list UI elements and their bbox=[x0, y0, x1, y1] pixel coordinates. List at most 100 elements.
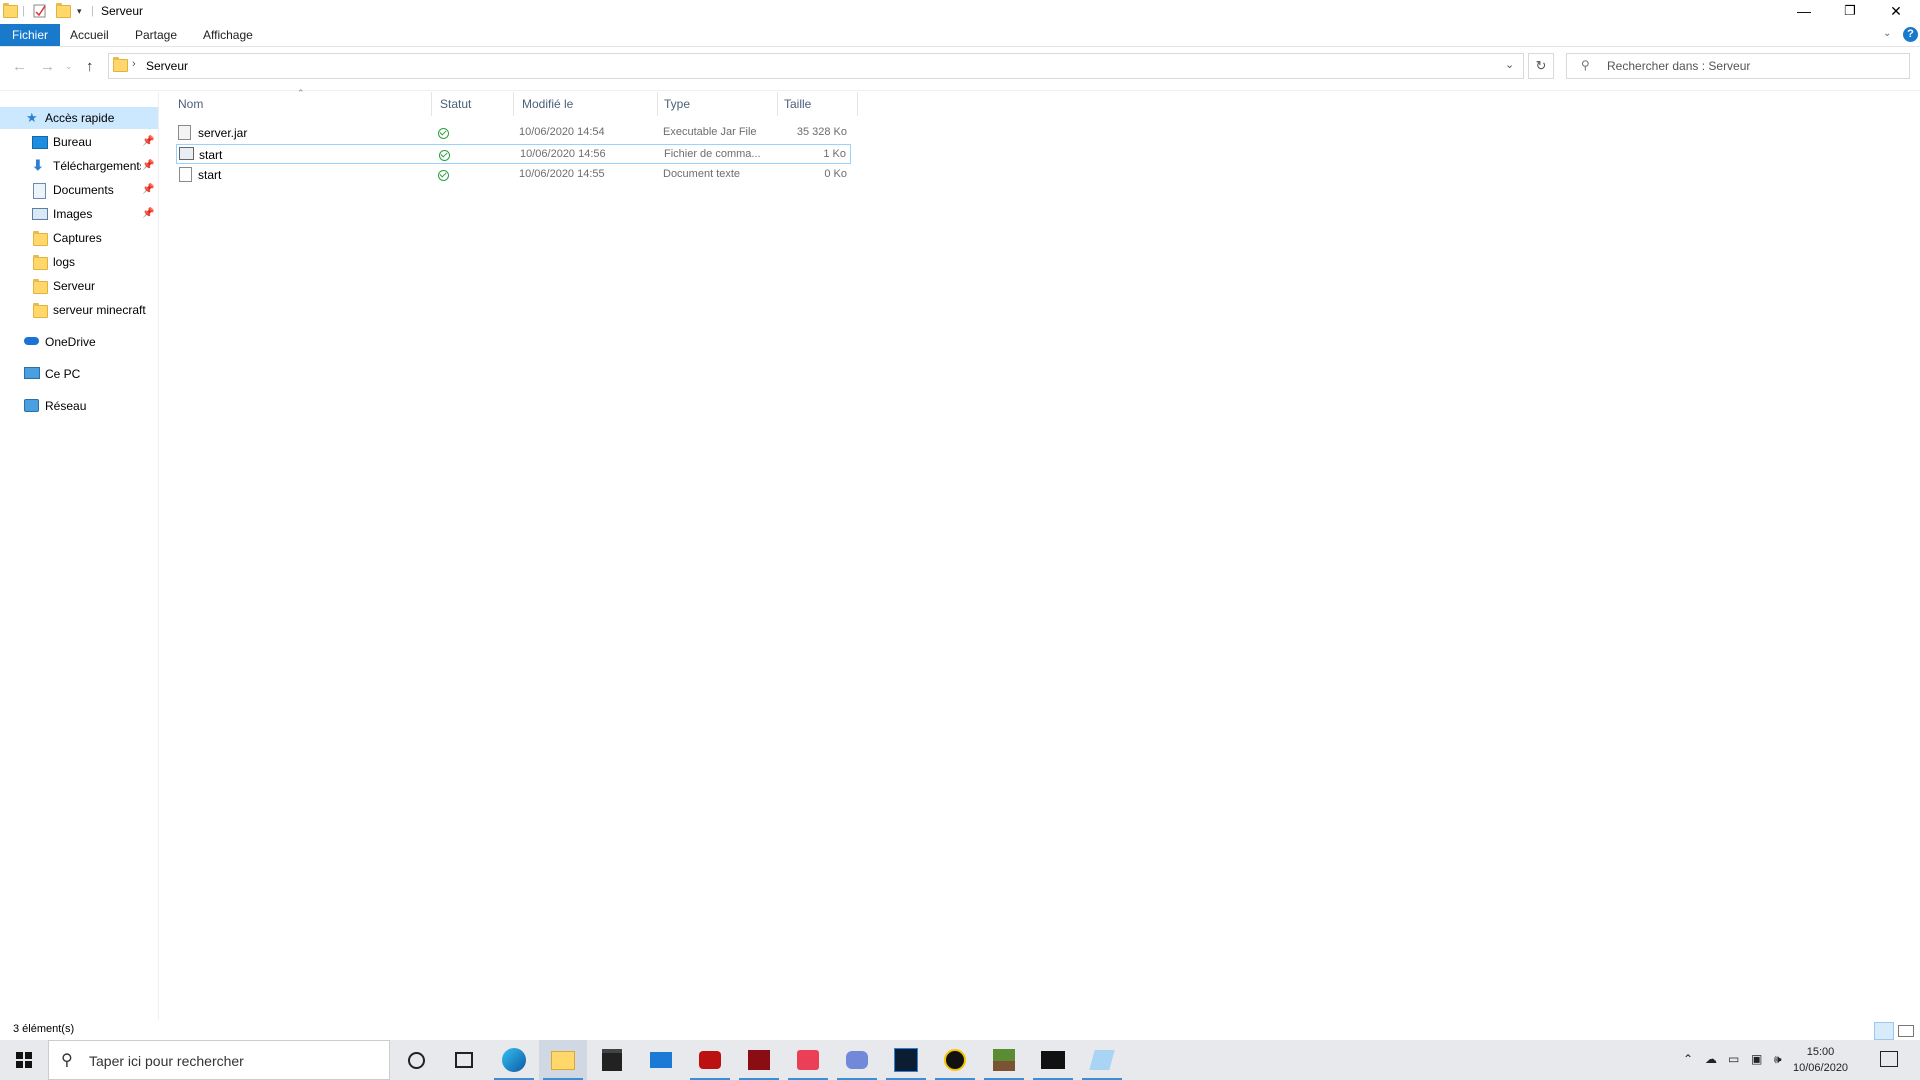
store-icon[interactable] bbox=[588, 1040, 636, 1080]
maroon-app-icon[interactable] bbox=[735, 1040, 783, 1080]
nav-item-logs[interactable]: logs bbox=[0, 251, 158, 273]
table-row[interactable]: server.jar 10/06/2020 14:54 Executable J… bbox=[176, 123, 851, 143]
norton-icon[interactable] bbox=[931, 1040, 979, 1080]
status-bar: 3 élément(s) bbox=[0, 1020, 1920, 1040]
nav-item-bureau[interactable]: Bureau 📌 bbox=[0, 131, 158, 153]
divider bbox=[0, 90, 1920, 91]
sync-ok-icon bbox=[438, 128, 449, 139]
dark-blue-app-icon[interactable] bbox=[882, 1040, 930, 1080]
item-count: 3 élément(s) bbox=[13, 1023, 75, 1035]
tab-partage[interactable]: Partage bbox=[125, 24, 187, 46]
table-row[interactable]: start 10/06/2020 14:56 Fichier de comma.… bbox=[176, 144, 851, 164]
properties-icon[interactable] bbox=[33, 3, 47, 19]
volume-icon[interactable]: 🕪 bbox=[1774, 1052, 1782, 1067]
red-app-icon[interactable] bbox=[686, 1040, 734, 1080]
nav-quick-access[interactable]: ★ Accès rapide bbox=[0, 107, 158, 129]
network-icon bbox=[24, 399, 39, 412]
pictures-icon bbox=[32, 208, 48, 220]
search-input[interactable]: Rechercher dans : Serveur bbox=[1607, 59, 1750, 73]
taskbar-search-input[interactable]: Taper ici pour rechercher bbox=[89, 1053, 244, 1069]
taskbar: ⚲ Taper ici pour rechercher ⌃ ☁ ▭ ▣ 🕪 15… bbox=[0, 1040, 1920, 1080]
title-bar: | ▾ | Serveur — ❐ ✕ bbox=[0, 0, 1920, 22]
chevron-right-icon[interactable]: › bbox=[132, 58, 136, 70]
nav-item-serveur-minecraft[interactable]: serveur minecraft bbox=[0, 299, 158, 321]
help-icon[interactable]: ? bbox=[1903, 27, 1918, 42]
search-box[interactable]: ⚲ Rechercher dans : Serveur bbox=[1566, 53, 1910, 79]
jar-file-icon bbox=[178, 125, 191, 140]
folder-icon bbox=[3, 2, 18, 19]
expand-ribbon-icon[interactable]: ⌄ bbox=[1883, 28, 1891, 39]
details-view-icon[interactable] bbox=[1874, 1022, 1894, 1040]
batch-file-icon bbox=[179, 147, 194, 160]
column-header-taille[interactable]: Taille bbox=[778, 92, 858, 116]
column-header-type[interactable]: Type bbox=[658, 92, 778, 116]
computer-icon bbox=[24, 367, 40, 379]
discord-icon[interactable] bbox=[833, 1040, 881, 1080]
search-icon: ⚲ bbox=[61, 1052, 73, 1069]
up-arrow-icon[interactable]: ↑ bbox=[86, 58, 94, 75]
column-header-nom[interactable]: Nom bbox=[176, 92, 432, 116]
folder-icon bbox=[113, 57, 128, 72]
pin-icon[interactable]: 📌 bbox=[142, 208, 154, 219]
window-title: Serveur bbox=[101, 4, 144, 18]
address-bar[interactable]: › Serveur ⌄ bbox=[108, 53, 1524, 79]
nav-network[interactable]: Réseau bbox=[0, 395, 158, 417]
recent-locations-icon[interactable]: ⌄ bbox=[65, 61, 73, 72]
column-header-statut[interactable]: Statut bbox=[432, 92, 514, 116]
download-icon: ⬇ bbox=[32, 157, 44, 173]
separator: | bbox=[22, 5, 25, 17]
navigation-pane: ★ Accès rapide Bureau 📌 ⬇ Téléchargement… bbox=[0, 92, 159, 1020]
separator: | bbox=[91, 5, 94, 17]
close-button[interactable]: ✕ bbox=[1873, 0, 1919, 22]
task-view-icon[interactable] bbox=[440, 1040, 488, 1080]
nav-item-documents[interactable]: Documents 📌 bbox=[0, 179, 158, 201]
address-dropdown-icon[interactable]: ⌄ bbox=[1505, 58, 1514, 71]
star-icon: ★ bbox=[26, 110, 38, 125]
battery-icon[interactable]: ▭ bbox=[1728, 1052, 1739, 1066]
pin-icon[interactable]: 📌 bbox=[142, 136, 154, 147]
mail-icon[interactable] bbox=[637, 1040, 685, 1080]
windows-start-icon[interactable] bbox=[0, 1040, 48, 1080]
table-row[interactable]: start 10/06/2020 14:55 Document texte 0 … bbox=[176, 165, 851, 185]
pin-icon[interactable]: 📌 bbox=[142, 160, 154, 171]
taskbar-search[interactable]: ⚲ Taper ici pour rechercher bbox=[48, 1040, 390, 1080]
onedrive-tray-icon[interactable]: ☁ bbox=[1705, 1052, 1717, 1066]
clock[interactable]: 15:00 10/06/2020 bbox=[1793, 1044, 1848, 1076]
minecraft-icon[interactable] bbox=[980, 1040, 1028, 1080]
cortana-icon[interactable] bbox=[392, 1040, 440, 1080]
pin-icon[interactable]: 📌 bbox=[142, 184, 154, 195]
file-explorer-icon[interactable] bbox=[539, 1040, 587, 1080]
text-file-icon bbox=[179, 167, 192, 182]
new-folder-icon[interactable] bbox=[56, 2, 71, 19]
large-icons-view-icon[interactable] bbox=[1898, 1025, 1914, 1037]
back-arrow-icon[interactable]: ← bbox=[12, 58, 27, 75]
nav-item-serveur[interactable]: Serveur bbox=[0, 275, 158, 297]
action-center-icon[interactable] bbox=[1880, 1051, 1898, 1067]
notepad-icon[interactable] bbox=[1078, 1040, 1126, 1080]
column-header-modifie[interactable]: Modifié le bbox=[514, 92, 658, 116]
sync-ok-icon bbox=[439, 150, 450, 161]
pocket-icon[interactable] bbox=[784, 1040, 832, 1080]
ribbon-tabs: Fichier Accueil Partage Affichage ⌄ ? bbox=[0, 24, 1920, 47]
sync-ok-icon bbox=[438, 170, 449, 181]
nav-this-pc[interactable]: Ce PC bbox=[0, 363, 158, 385]
nav-item-captures[interactable]: Captures bbox=[0, 227, 158, 249]
tab-fichier[interactable]: Fichier bbox=[0, 24, 61, 46]
edge-icon[interactable] bbox=[490, 1040, 538, 1080]
nav-item-images[interactable]: Images 📌 bbox=[0, 203, 158, 225]
customize-quick-access-icon[interactable]: ▾ bbox=[77, 3, 82, 19]
tab-accueil[interactable]: Accueil bbox=[60, 24, 119, 46]
terminal-icon[interactable] bbox=[1029, 1040, 1077, 1080]
restore-button[interactable]: ❐ bbox=[1827, 0, 1873, 22]
tab-affichage[interactable]: Affichage bbox=[193, 24, 263, 46]
network-tray-icon[interactable]: ▣ bbox=[1751, 1052, 1762, 1066]
address-row: ← → ⌄ ↑ › Serveur ⌄ ↻ ⚲ Rechercher dans … bbox=[0, 52, 1920, 80]
show-hidden-icons-icon[interactable]: ⌃ bbox=[1683, 1052, 1693, 1066]
nav-onedrive[interactable]: OneDrive bbox=[0, 331, 158, 353]
minimize-button[interactable]: — bbox=[1781, 0, 1827, 22]
breadcrumb[interactable]: Serveur bbox=[146, 59, 188, 73]
nav-item-telechargements[interactable]: ⬇ Téléchargements 📌 bbox=[0, 155, 158, 177]
refresh-icon[interactable]: ↻ bbox=[1528, 53, 1554, 79]
forward-arrow-icon[interactable]: → bbox=[40, 58, 55, 75]
folder-icon bbox=[33, 303, 48, 318]
